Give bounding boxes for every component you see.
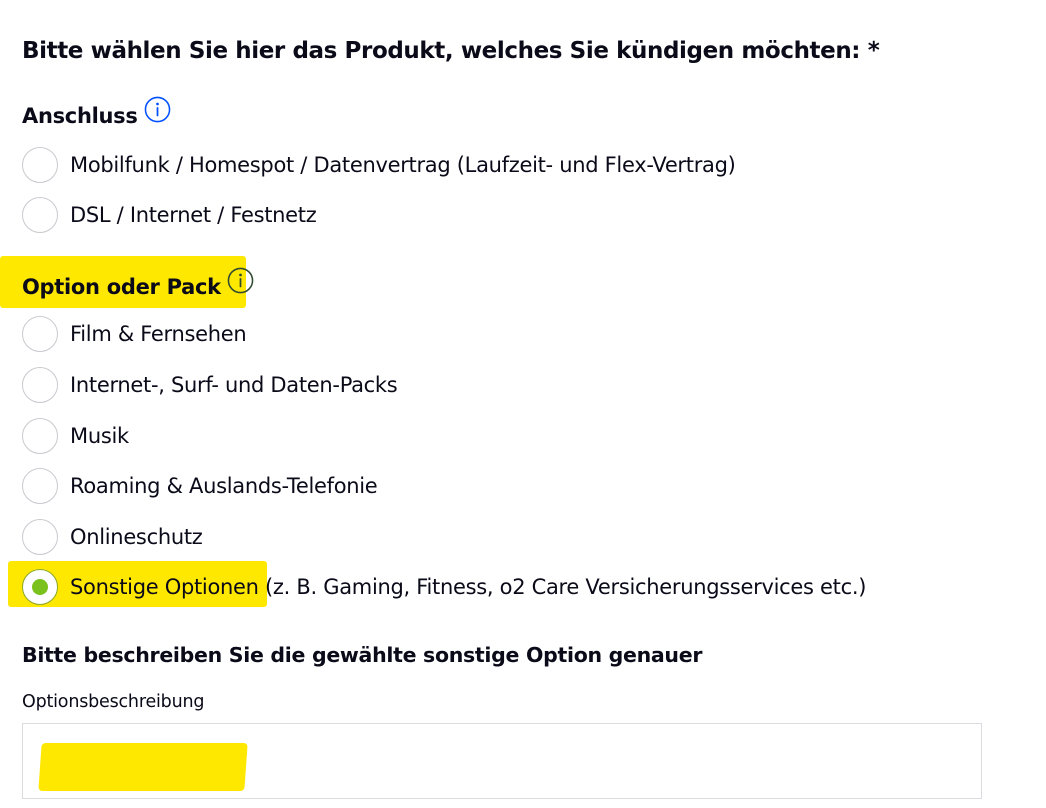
cancellation-form: Bitte wählen Sie hier das Produkt, welch… bbox=[0, 0, 1046, 808]
question-heading: Bitte wählen Sie hier das Produkt, welch… bbox=[22, 38, 880, 64]
option-label: Internet-, Surf- und Daten-Packs bbox=[70, 372, 398, 397]
radio-button-checked[interactable] bbox=[22, 569, 58, 605]
group-title-anschluss: Anschluss bbox=[22, 96, 171, 128]
option-mobilfunk[interactable]: Mobilfunk / Homespot / Datenvertrag (Lau… bbox=[22, 146, 736, 184]
option-label: DSL / Internet / Festnetz bbox=[70, 202, 317, 227]
option-label: Film & Fernsehen bbox=[70, 321, 247, 346]
field-label: Optionsbeschreibung bbox=[22, 692, 205, 712]
option-onlineschutz[interactable]: Onlineschutz bbox=[22, 518, 203, 556]
info-icon[interactable] bbox=[227, 267, 254, 294]
option-sonstige[interactable]: Sonstige Optionen (z. B. Gaming, Fitness… bbox=[22, 568, 866, 606]
radio-button[interactable] bbox=[22, 519, 58, 555]
radio-button[interactable] bbox=[22, 316, 58, 352]
option-label-main: Sonstige Optionen bbox=[70, 574, 259, 599]
option-label: Sonstige Optionen (z. B. Gaming, Fitness… bbox=[70, 574, 867, 599]
option-label: Onlineschutz bbox=[70, 524, 203, 549]
option-label: Mobilfunk / Homespot / Datenvertrag (Lau… bbox=[70, 152, 736, 177]
option-film-fernsehen[interactable]: Film & Fernsehen bbox=[22, 315, 247, 353]
redaction-marker bbox=[38, 743, 248, 791]
option-label-suffix: (z. B. Gaming, Fitness, o2 Care Versiche… bbox=[258, 574, 867, 599]
option-roaming[interactable]: Roaming & Auslands-Telefonie bbox=[22, 467, 378, 505]
radio-button[interactable] bbox=[22, 197, 58, 233]
group-title-anschluss-label: Anschluss bbox=[22, 104, 138, 128]
radio-button[interactable] bbox=[22, 147, 58, 183]
option-musik[interactable]: Musik bbox=[22, 417, 129, 455]
option-label: Roaming & Auslands-Telefonie bbox=[70, 473, 378, 498]
radio-button[interactable] bbox=[22, 367, 58, 403]
group-title-option-pack: Option oder Pack bbox=[22, 267, 254, 299]
details-heading: Bitte beschreiben Sie die gewählte sonst… bbox=[22, 643, 703, 667]
info-icon[interactable] bbox=[144, 96, 171, 123]
option-internet-packs[interactable]: Internet-, Surf- und Daten-Packs bbox=[22, 366, 398, 404]
radio-button[interactable] bbox=[22, 418, 58, 454]
radio-button[interactable] bbox=[22, 468, 58, 504]
option-label: Musik bbox=[70, 423, 129, 448]
group-title-option-pack-label: Option oder Pack bbox=[22, 275, 221, 299]
option-dsl[interactable]: DSL / Internet / Festnetz bbox=[22, 196, 317, 234]
